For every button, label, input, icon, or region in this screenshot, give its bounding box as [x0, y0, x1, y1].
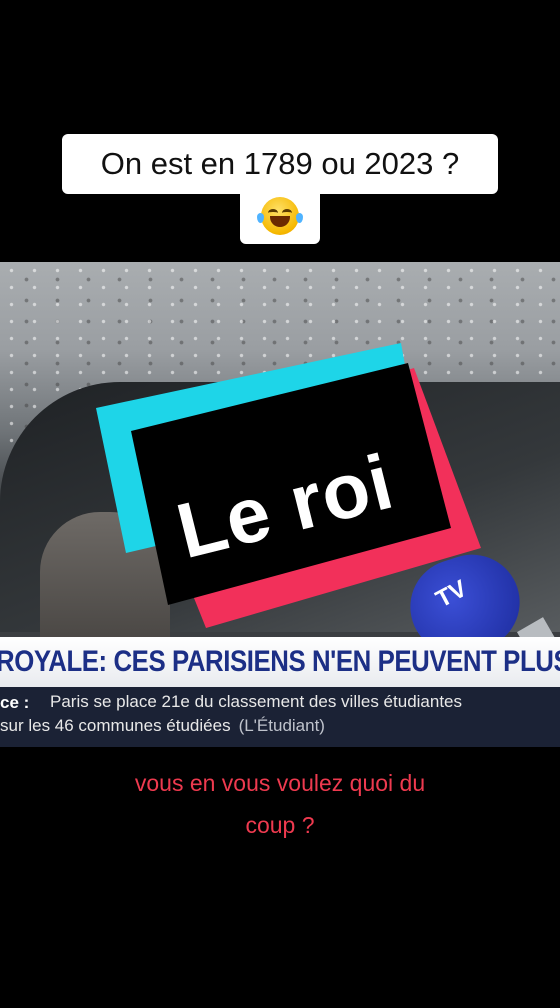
news-banner: ROYALE: CES PARISIENS N'EN PEUVENT PLUS — [0, 637, 560, 687]
ticker-line-2: sur les 46 communes étudiées (L'Étudiant) — [0, 716, 325, 736]
le-roi-sticker: Le roi — [96, 343, 481, 628]
news-lower-third: ROYALE: CES PARISIENS N'EN PEUVENT PLUS … — [0, 637, 560, 747]
face-with-tears-of-joy-icon — [257, 197, 303, 235]
ticker-line-2-text: sur les 46 communes étudiées — [0, 716, 231, 735]
ticker-source: (L'Étudiant) — [238, 716, 325, 735]
news-banner-text: ROYALE: CES PARISIENS N'EN PEUVENT PLUS — [0, 645, 560, 678]
news-ticker: ce : Paris se place 21e du classement de… — [0, 687, 560, 747]
subtitle: vous en vous voulez quoi du coup ? — [80, 762, 480, 846]
caption-emoji-box — [240, 188, 320, 244]
ticker-tag: ce : — [0, 693, 30, 712]
caption-line-1: On est en 1789 ou 2023 ? — [62, 134, 498, 194]
ticker-line-1: Paris se place 21e du classement des vil… — [50, 692, 463, 711]
subtitle-line-1: vous en vous voulez quoi du — [134, 770, 426, 796]
subtitle-line-2: coup ? — [245, 812, 315, 838]
